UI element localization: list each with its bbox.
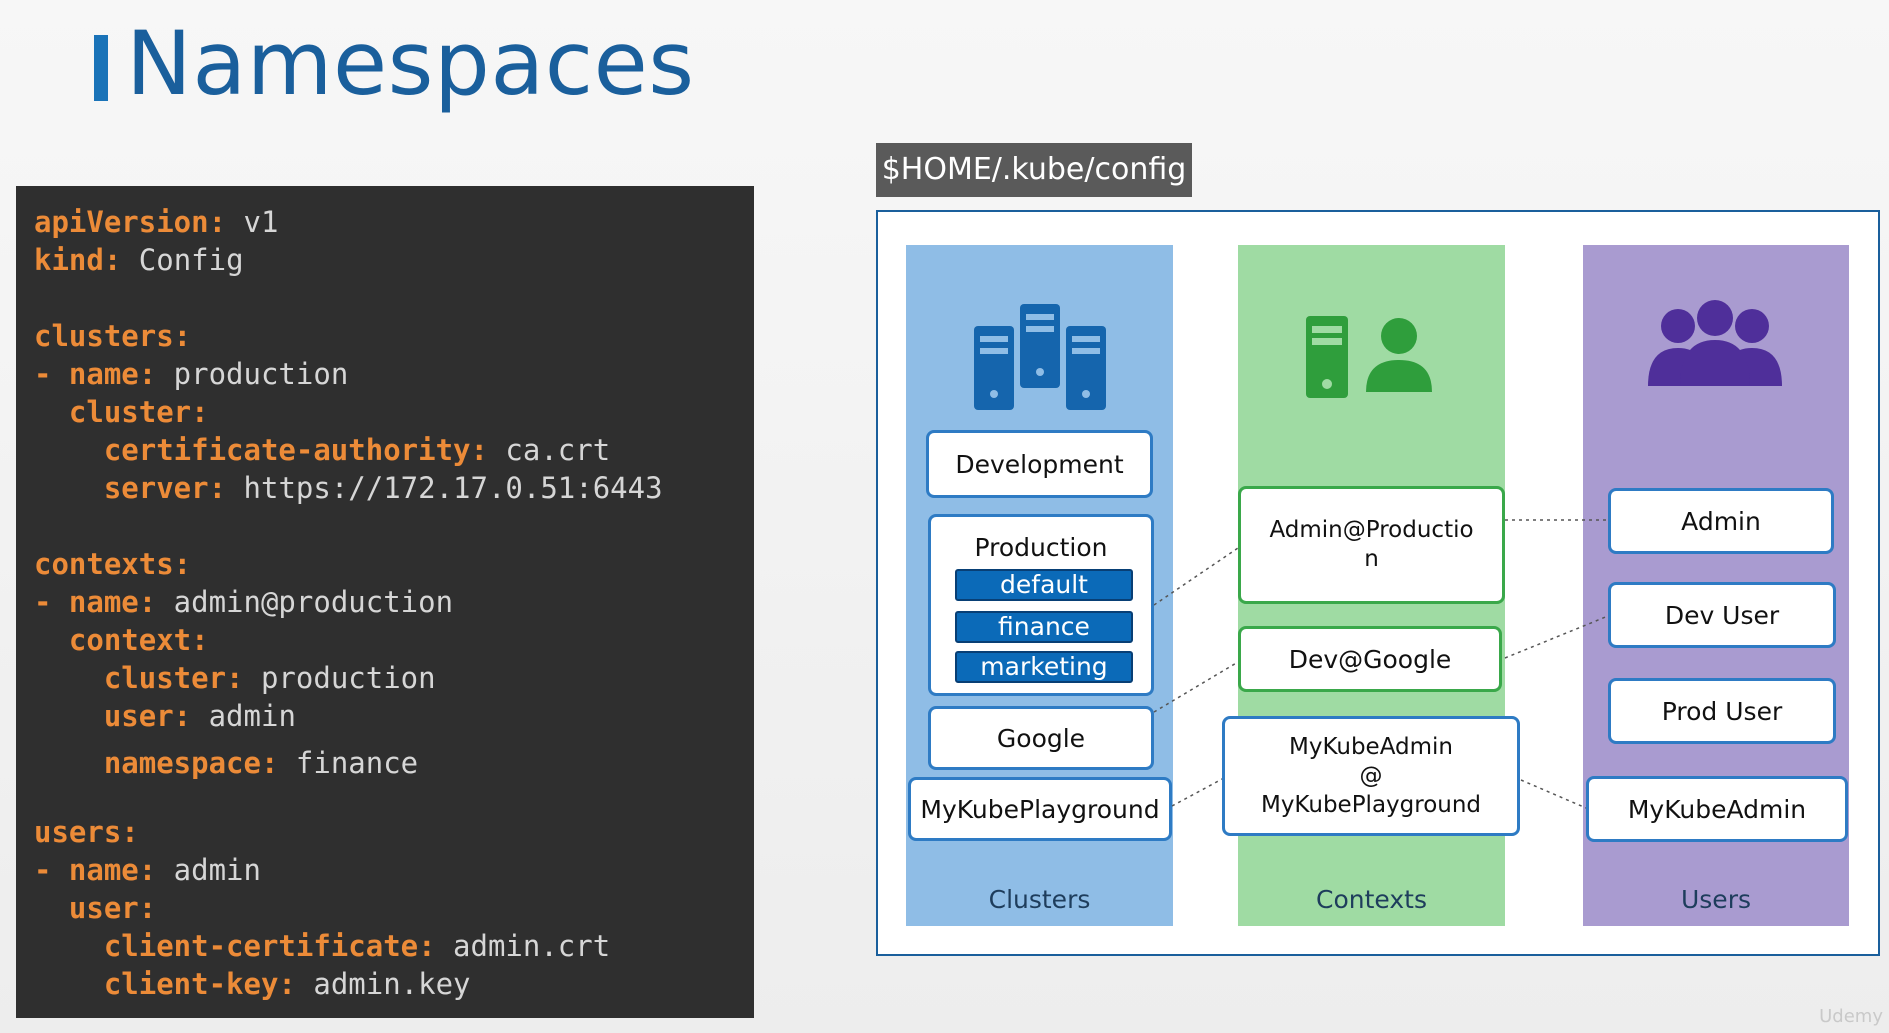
cluster-mykubeplayground: MyKubePlayground [908,777,1172,841]
cluster-production: Production default finance marketing [928,514,1154,696]
namespace-finance: finance [955,611,1133,643]
user-dev-user: Dev User [1608,582,1836,648]
user-mykubeadmin: MyKubeAdmin [1586,776,1848,842]
users-group-icon [1648,300,1782,386]
contexts-column-label: Contexts [1316,885,1427,914]
context-mykubeadmin-playground: MyKubeAdmin @ MyKubePlayground [1222,716,1520,836]
clusters-column-label: Clusters [988,885,1091,914]
connector-playground-mykubeadmin-context [1171,777,1225,807]
cluster-production-label: Production [974,533,1108,562]
connector-google-dev-context [1153,661,1239,713]
connector-mykubeadmin-context-user [1520,779,1587,809]
servers-icon [974,304,1106,410]
connector-dev-context-dev-user [1504,615,1609,659]
server-user-icon [1306,316,1432,398]
context-admin-production: Admin@Productio n [1238,486,1505,604]
cluster-development: Development [926,430,1153,498]
user-prod-user: Prod User [1608,678,1836,744]
user-admin: Admin [1608,488,1834,554]
namespace-marketing: marketing [955,651,1133,683]
connector-production-admin-context [1153,547,1239,606]
namespace-default: default [955,569,1133,601]
context-dev-google: Dev@Google [1238,626,1502,692]
cluster-google: Google [928,706,1154,770]
users-column-label: Users [1680,885,1751,914]
udemy-watermark: Udemy [1819,1006,1883,1027]
